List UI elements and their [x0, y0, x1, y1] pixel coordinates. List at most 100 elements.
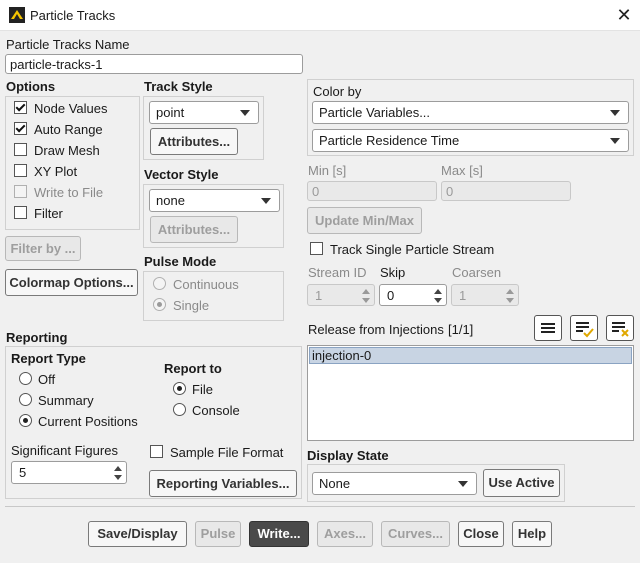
xy-plot-checkbox[interactable]: [14, 164, 27, 177]
write-to-file-checkbox: [14, 185, 27, 198]
vector-style-dropdown[interactable]: none: [149, 189, 280, 212]
skip-label: Skip: [380, 265, 406, 280]
spin-down-icon: [506, 298, 514, 303]
reporting-variables-button[interactable]: Reporting Variables...: [149, 470, 297, 497]
report-off-radio[interactable]: [19, 372, 32, 385]
auto-range-label: Auto Range: [34, 122, 103, 137]
axes-button: Axes...: [317, 521, 373, 547]
skip-value: 0: [387, 288, 395, 303]
spin-up-icon: [362, 289, 370, 294]
color-by-label: Color by: [313, 84, 362, 99]
tracks-name-input[interactable]: particle-tracks-1: [5, 54, 303, 74]
single-radio: [153, 298, 166, 311]
track-single-stream-checkbox[interactable]: [310, 242, 323, 255]
node-values-checkbox[interactable]: [14, 101, 27, 114]
xy-plot-label: XY Plot: [34, 164, 78, 179]
track-style-value: point: [156, 105, 185, 120]
display-state-value: None: [319, 476, 351, 491]
track-single-stream-label: Track Single Particle Stream: [330, 242, 495, 257]
report-type-label: Report Type: [11, 351, 86, 366]
sample-file-format-checkbox[interactable]: [150, 445, 163, 458]
stream-id-spinner: 1: [307, 284, 375, 306]
significant-figures-spinner[interactable]: 5: [11, 461, 127, 484]
curves-button: Curves...: [381, 521, 450, 547]
display-state-label: Display State: [307, 448, 389, 463]
spin-up-icon: [506, 289, 514, 294]
draw-mesh-checkbox[interactable]: [14, 143, 27, 156]
filter-by-button: Filter by ...: [5, 236, 81, 261]
window-title: Particle Tracks: [30, 8, 116, 23]
report-off-label: Off: [38, 372, 56, 387]
report-to-file-radio[interactable]: [173, 382, 186, 395]
tracks-name-label: Particle Tracks Name: [6, 37, 130, 52]
use-active-button[interactable]: Use Active: [483, 469, 560, 497]
coarsen-label: Coarsen: [452, 265, 502, 280]
report-summary-label: Summary: [38, 393, 94, 408]
skip-spinner[interactable]: 0: [379, 284, 447, 306]
report-to-file-label: File: [192, 382, 213, 397]
injections-count: [1/1]: [448, 322, 474, 337]
chevron-down-icon: [610, 110, 620, 116]
update-min-max-button: Update Min/Max: [307, 207, 422, 234]
chevron-down-icon: [458, 481, 468, 487]
filter-checkbox[interactable]: [14, 206, 27, 219]
write-button[interactable]: Write...: [249, 521, 309, 547]
save-display-button[interactable]: Save/Display: [88, 521, 187, 547]
vector-attributes-button: Attributes...: [150, 216, 238, 243]
report-to-label: Report to: [164, 361, 222, 376]
max-label: Max [s]: [441, 163, 483, 178]
color-by-category-value: Particle Variables...: [319, 105, 431, 120]
color-by-category-dropdown[interactable]: Particle Variables...: [312, 101, 629, 124]
min-label: Min [s]: [308, 163, 347, 178]
reporting-label: Reporting: [6, 330, 68, 345]
close-icon[interactable]: ✕: [612, 4, 636, 26]
spin-down-icon: [362, 298, 370, 303]
write-to-file-label: Write to File: [34, 185, 104, 200]
coarsen-spinner: 1: [451, 284, 519, 306]
chevron-down-icon: [261, 198, 271, 204]
report-to-console-radio[interactable]: [173, 403, 186, 416]
draw-mesh-label: Draw Mesh: [34, 143, 100, 158]
injection-item-label: injection-0: [312, 348, 372, 363]
report-current-positions-radio[interactable]: [19, 414, 32, 427]
min-input: 0: [307, 181, 437, 201]
colormap-options-button[interactable]: Colormap Options...: [5, 269, 138, 296]
chevron-down-icon: [240, 110, 250, 116]
report-to-console-label: Console: [192, 403, 240, 418]
spin-down-icon[interactable]: [434, 298, 442, 303]
track-style-dropdown[interactable]: point: [149, 101, 259, 124]
color-by-variable-value: Particle Residence Time: [319, 133, 460, 148]
continuous-label: Continuous: [173, 277, 239, 292]
vector-style-label: Vector Style: [144, 167, 219, 182]
coarsen-value: 1: [459, 288, 467, 303]
footer-separator: [5, 506, 635, 507]
auto-range-checkbox[interactable]: [14, 122, 27, 135]
spin-down-icon[interactable]: [114, 475, 122, 480]
filter-label: Filter: [34, 206, 63, 221]
pulse-button: Pulse: [195, 521, 241, 547]
node-values-label: Node Values: [34, 101, 108, 116]
select-all-icon[interactable]: [534, 315, 562, 341]
help-button[interactable]: Help: [512, 521, 552, 547]
significant-figures-label: Significant Figures: [11, 443, 118, 458]
report-current-positions-label: Current Positions: [38, 414, 138, 429]
color-by-variable-dropdown[interactable]: Particle Residence Time: [312, 129, 629, 152]
report-summary-radio[interactable]: [19, 393, 32, 406]
close-button[interactable]: Close: [458, 521, 504, 547]
track-attributes-button[interactable]: Attributes...: [150, 128, 238, 155]
release-injections-label: Release from Injections: [308, 322, 444, 337]
significant-figures-value: 5: [19, 465, 27, 480]
display-state-dropdown[interactable]: None: [312, 472, 477, 495]
max-input: 0: [441, 181, 571, 201]
deselect-all-icon[interactable]: [606, 315, 634, 341]
pulse-mode-label: Pulse Mode: [144, 254, 217, 269]
options-label: Options: [6, 79, 56, 94]
check-list-icon[interactable]: [570, 315, 598, 341]
chevron-down-icon: [610, 138, 620, 144]
fluent-logo-icon: [9, 7, 25, 23]
vector-style-value: none: [156, 193, 185, 208]
spin-up-icon[interactable]: [434, 289, 442, 294]
track-style-label: Track Style: [144, 79, 213, 94]
single-label: Single: [173, 298, 210, 313]
spin-up-icon[interactable]: [114, 466, 122, 471]
